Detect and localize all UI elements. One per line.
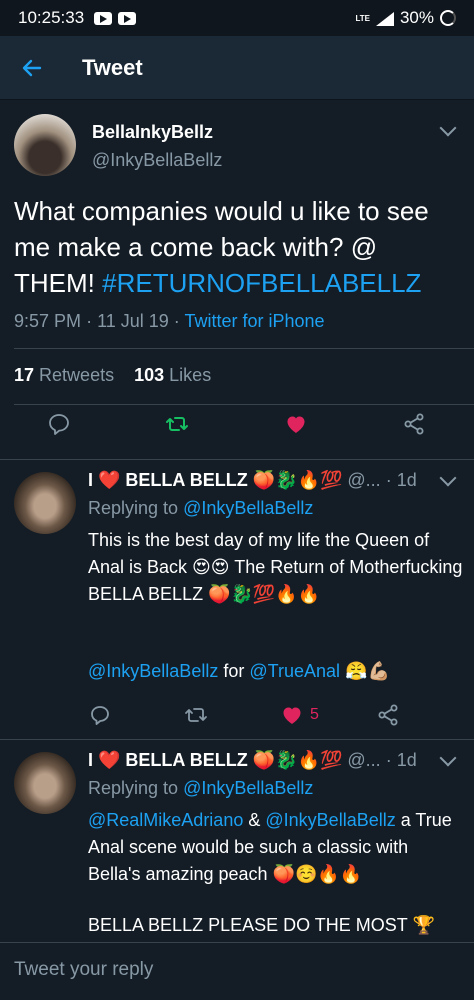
- comment-icon: [49, 414, 69, 435]
- like-button[interactable]: [280, 703, 308, 731]
- divider-2: [14, 404, 474, 405]
- like-button[interactable]: [284, 412, 312, 440]
- share-icon: [378, 704, 398, 726]
- retweet-label: Retweets: [39, 365, 115, 385]
- for-label: for: [223, 661, 245, 681]
- avatar[interactable]: [14, 114, 76, 176]
- status-bar: 10:25:33 LTE 30%: [0, 0, 474, 36]
- app-bar: Tweet: [0, 36, 474, 100]
- reply-age: · 1d: [385, 750, 417, 770]
- reply-author-handle[interactable]: @...: [347, 750, 380, 770]
- amp-text: &: [248, 810, 261, 830]
- reply-button[interactable]: [88, 703, 116, 731]
- reply-tweet-2[interactable]: I ❤️ BELLA BELLZ 🍑🐉🔥💯 @... · 1d Replying…: [0, 740, 474, 942]
- tweet-stats: 17 Retweets 103 Likes: [14, 365, 211, 386]
- network-type: LTE: [355, 13, 370, 23]
- signal-icon: [375, 11, 394, 26]
- battery-icon: [440, 10, 456, 26]
- tweet-meta: 9:57 PM · 11 Jul 19 · Twitter for iPhone: [14, 311, 325, 332]
- avatar[interactable]: [14, 472, 76, 534]
- replying-label: Replying to: [88, 498, 179, 518]
- divider: [14, 348, 474, 349]
- reply-author-handle[interactable]: @...: [347, 470, 380, 490]
- reply-author-name[interactable]: I ❤️ BELLA BELLZ 🍑🐉🔥💯: [88, 750, 342, 770]
- chevron-down-icon[interactable]: [439, 469, 457, 487]
- share-button[interactable]: [402, 412, 430, 440]
- like-count: 103: [134, 365, 165, 385]
- reply-button[interactable]: [47, 412, 75, 440]
- battery-percent: 30%: [399, 8, 434, 27]
- retweet-icon: [166, 417, 188, 431]
- mention-link-2[interactable]: @InkyBellaBellz: [265, 810, 395, 830]
- mention-link-2[interactable]: @TrueAnal: [249, 661, 340, 681]
- youtube-notification-icon-2: [118, 11, 137, 25]
- reply-age: · 1d: [385, 470, 417, 490]
- share-icon: [404, 413, 424, 435]
- replying-to: Replying to @InkyBellaBellz: [88, 778, 313, 799]
- comment-icon: [91, 706, 109, 725]
- reply-actions: 5: [88, 703, 418, 731]
- meta-separator-2: ·: [173, 311, 185, 331]
- mention-link[interactable]: @RealMikeAdriano: [88, 810, 243, 830]
- replying-to: Replying to @InkyBellaBellz: [88, 498, 313, 519]
- share-button[interactable]: [376, 703, 404, 731]
- status-time: 10:25:33: [18, 8, 85, 27]
- avatar[interactable]: [14, 752, 76, 814]
- arrow-left-icon: [22, 59, 42, 76]
- status-right: LTE 30%: [355, 8, 456, 28]
- replying-label: Replying to: [88, 778, 179, 798]
- replying-mention[interactable]: @InkyBellaBellz: [183, 778, 313, 798]
- reply-text: This is the best day of my life the Quee…: [88, 530, 463, 604]
- meta-separator: ·: [86, 311, 98, 331]
- retweet-stat[interactable]: 17 Retweets: [14, 365, 114, 385]
- reply-text-2: BELLA BELLZ PLEASE DO THE MOST 🏆: [88, 915, 435, 935]
- tweet-actions: [0, 412, 474, 450]
- retweet-button[interactable]: [165, 412, 193, 440]
- reply-like-count: 5: [310, 706, 319, 723]
- retweet-count: 17: [14, 365, 35, 385]
- youtube-notification-icon: [94, 11, 113, 25]
- reply-tweet[interactable]: I ❤️ BELLA BELLZ 🍑🐉🔥💯 @... · 1d Replying…: [0, 460, 474, 740]
- reply-text: @RealMikeAdriano & @InkyBellaBellz a Tru…: [88, 807, 463, 888]
- heart-icon: [283, 707, 301, 724]
- retweet-button[interactable]: [184, 703, 212, 731]
- like-label: Likes: [169, 365, 212, 385]
- reply-author-name[interactable]: I ❤️ BELLA BELLZ 🍑🐉🔥💯: [88, 470, 342, 490]
- mention-link[interactable]: @InkyBellaBellz: [88, 661, 218, 681]
- tweet-text: What companies would u like to see me ma…: [14, 193, 464, 301]
- reply-input[interactable]: [14, 959, 454, 981]
- tweet-time: 9:57 PM: [14, 311, 82, 331]
- tweet-date: 11 Jul 19: [97, 311, 169, 331]
- chevron-down-icon[interactable]: [439, 749, 457, 767]
- back-button[interactable]: [0, 36, 64, 100]
- page-title: Tweet: [82, 54, 143, 80]
- tweet-source-link[interactable]: Twitter for iPhone: [184, 311, 324, 331]
- reply-mentions: @InkyBellaBellz for @TrueAnal 😤💪🏼: [88, 658, 463, 685]
- like-stat[interactable]: 103 Likes: [134, 365, 211, 385]
- author-name[interactable]: BellaInkyBellz: [92, 122, 213, 143]
- chevron-down-icon[interactable]: [439, 119, 457, 137]
- compose-bar: [0, 942, 474, 1000]
- author-handle[interactable]: @InkyBellaBellz: [92, 150, 222, 171]
- retweet-icon: [185, 708, 207, 722]
- hashtag-link[interactable]: #RETURNOFBELLABELLZ: [102, 268, 421, 298]
- reply-header: I ❤️ BELLA BELLZ 🍑🐉🔥💯 @... · 1d: [88, 470, 417, 491]
- main-tweet: BellaInkyBellz @InkyBellaBellz What comp…: [0, 100, 474, 460]
- replying-mention[interactable]: @InkyBellaBellz: [183, 498, 313, 518]
- heart-icon: [287, 416, 305, 433]
- reply-header: I ❤️ BELLA BELLZ 🍑🐉🔥💯 @... · 1d: [88, 750, 417, 771]
- mention-emoji: 😤💪🏼: [345, 661, 390, 681]
